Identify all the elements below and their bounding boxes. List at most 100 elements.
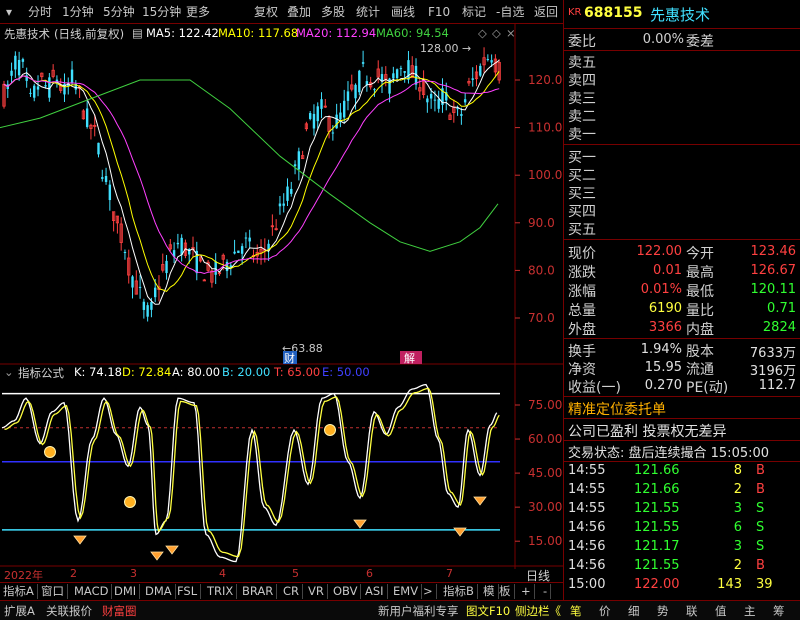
- candle-body: [176, 242, 180, 245]
- market-badge: KR: [568, 7, 582, 18]
- toolbar-stats[interactable]: 统计: [356, 4, 380, 20]
- toolbar-mark[interactable]: 标记: [462, 4, 486, 20]
- right-tab[interactable]: 笔: [570, 603, 582, 619]
- stat-label: 内盘: [686, 322, 714, 338]
- tab-fsl[interactable]: FSL: [174, 584, 202, 599]
- toolbar-intraday[interactable]: 分时: [28, 4, 52, 20]
- candle-body: [293, 164, 297, 167]
- ask-3[interactable]: 卖三: [568, 88, 596, 108]
- candle-body: [36, 86, 40, 90]
- right-tab[interactable]: 价: [599, 603, 611, 619]
- ma10-value: MA10: 117.68: [218, 26, 299, 40]
- trade-side: S: [756, 520, 765, 535]
- kline-chart[interactable]: 120.0 110.0 100.0 90.0 80.0 70.0 75.00 60.00 45.…: [0, 24, 563, 569]
- bottom-related[interactable]: 关联报价: [46, 603, 92, 619]
- close-icon[interactable]: ×: [506, 26, 516, 40]
- buy-signal-dot: [44, 446, 56, 458]
- trade-row: 14:56 121.17 3 S: [564, 538, 800, 556]
- fold-icon[interactable]: ▾: [6, 4, 12, 20]
- tab-macd[interactable]: MACD: [71, 584, 113, 599]
- toolbar-5min[interactable]: 5分钟: [103, 4, 135, 20]
- cai-marker: 财: [284, 351, 295, 365]
- tab-more[interactable]: >: [420, 584, 437, 599]
- zoom-out-button[interactable]: -: [540, 584, 552, 599]
- fund-value: 1.94%: [640, 342, 682, 357]
- ask-1[interactable]: 卖一: [568, 124, 596, 144]
- notice-order[interactable]: 精准定位委托单: [568, 399, 666, 419]
- bottom-fortune[interactable]: 财富圈: [102, 603, 137, 619]
- ask-2[interactable]: 卖二: [568, 106, 596, 126]
- right-tab[interactable]: 势: [657, 603, 669, 619]
- tab-cr[interactable]: CR: [280, 584, 304, 599]
- candle-body: [286, 186, 289, 201]
- tab-window[interactable]: 窗口: [38, 584, 68, 599]
- toolbar-watchlist[interactable]: -自选: [496, 4, 524, 20]
- trade-time: 14:55: [568, 463, 606, 478]
- toolbar-overlay[interactable]: 叠加: [287, 4, 311, 20]
- bottom-news[interactable]: 新用户福利专享: [378, 603, 459, 619]
- e-value: E: 50.00: [322, 365, 370, 379]
- trade-price: 121.55: [634, 520, 680, 535]
- trade-side: B: [756, 463, 765, 478]
- tab-obv[interactable]: OBV: [330, 584, 362, 599]
- diamond-icon-2[interactable]: ◇: [492, 26, 501, 40]
- bid-5[interactable]: 买五: [568, 219, 596, 239]
- bid-1[interactable]: 买一: [568, 147, 596, 167]
- tab-indicator-b[interactable]: 指标B: [440, 584, 478, 599]
- zoom-in-button[interactable]: +: [518, 584, 535, 599]
- toolbar-restore-rights[interactable]: 复权: [254, 4, 278, 20]
- tab-dmi[interactable]: DMI: [111, 584, 141, 599]
- notice-company[interactable]: 公司已盈利 投票权无差异: [568, 421, 726, 441]
- moving-average-lines: [0, 59, 500, 305]
- candle-body: [471, 78, 474, 80]
- tab-dma[interactable]: DMA: [142, 584, 176, 599]
- right-tab[interactable]: 细: [628, 603, 640, 619]
- sell-signal-arrow: [165, 545, 179, 555]
- indicator-name[interactable]: 指标公式: [18, 365, 64, 381]
- bid-3[interactable]: 买三: [568, 183, 596, 203]
- candle-body: [316, 106, 319, 122]
- tab-board[interactable]: 板: [496, 584, 515, 599]
- toolbar-draw[interactable]: 画线: [391, 4, 415, 20]
- tab-trix[interactable]: TRIX: [204, 584, 238, 599]
- tab-emv[interactable]: EMV: [390, 584, 423, 599]
- trade-row: 14:55 121.66 8 B: [564, 462, 800, 480]
- toolbar-back[interactable]: 返回: [534, 4, 558, 20]
- bottom-f10-icon[interactable]: 图文F10: [466, 603, 510, 619]
- trade-price: 121.66: [634, 463, 680, 478]
- price-tick-label: 80.0: [528, 263, 555, 277]
- fund-value: 112.7: [758, 378, 796, 393]
- ask-5[interactable]: 卖五: [568, 52, 596, 72]
- tab-indicator-a[interactable]: 指标A: [0, 584, 38, 599]
- stat-label: 涨幅: [568, 284, 596, 300]
- toolbar-f10[interactable]: F10: [428, 4, 450, 20]
- trade-time: 14:55: [568, 482, 606, 497]
- right-tab[interactable]: 筹: [773, 603, 785, 619]
- tab-vr[interactable]: VR: [305, 584, 328, 599]
- bid-2[interactable]: 买二: [568, 165, 596, 185]
- bottom-extend[interactable]: 扩展A: [4, 603, 35, 619]
- t-value: T: 65.00: [274, 365, 321, 379]
- bottom-sidebar-icon[interactable]: 侧边栏《: [515, 603, 561, 619]
- toolbar-multi-stock[interactable]: 多股: [321, 4, 345, 20]
- trade-time: 14:56: [568, 520, 606, 535]
- right-tab[interactable]: 值: [715, 603, 727, 619]
- toolbar-more[interactable]: 更多: [186, 4, 210, 20]
- toolbar-15min[interactable]: 15分钟: [142, 4, 181, 20]
- diamond-icon[interactable]: ◇: [478, 26, 487, 40]
- candle-body: [392, 73, 395, 79]
- stock-code: 688155: [584, 5, 643, 21]
- tab-asi[interactable]: ASI: [362, 584, 388, 599]
- sell-signal-arrow: [353, 519, 367, 529]
- ma60-value: MA60: 94.54: [376, 26, 449, 40]
- ma20-line: [3, 75, 500, 275]
- tab-brar[interactable]: BRAR: [239, 584, 278, 599]
- trade-time: 14:56: [568, 539, 606, 554]
- collapse-icon[interactable]: ⌄: [4, 365, 14, 379]
- right-tab[interactable]: 联: [686, 603, 698, 619]
- menu-icon[interactable]: ▤: [132, 26, 143, 40]
- bid-4[interactable]: 买四: [568, 201, 596, 221]
- right-tab[interactable]: 主: [744, 603, 756, 619]
- toolbar-1min[interactable]: 1分钟: [62, 4, 94, 20]
- ask-4[interactable]: 卖四: [568, 70, 596, 90]
